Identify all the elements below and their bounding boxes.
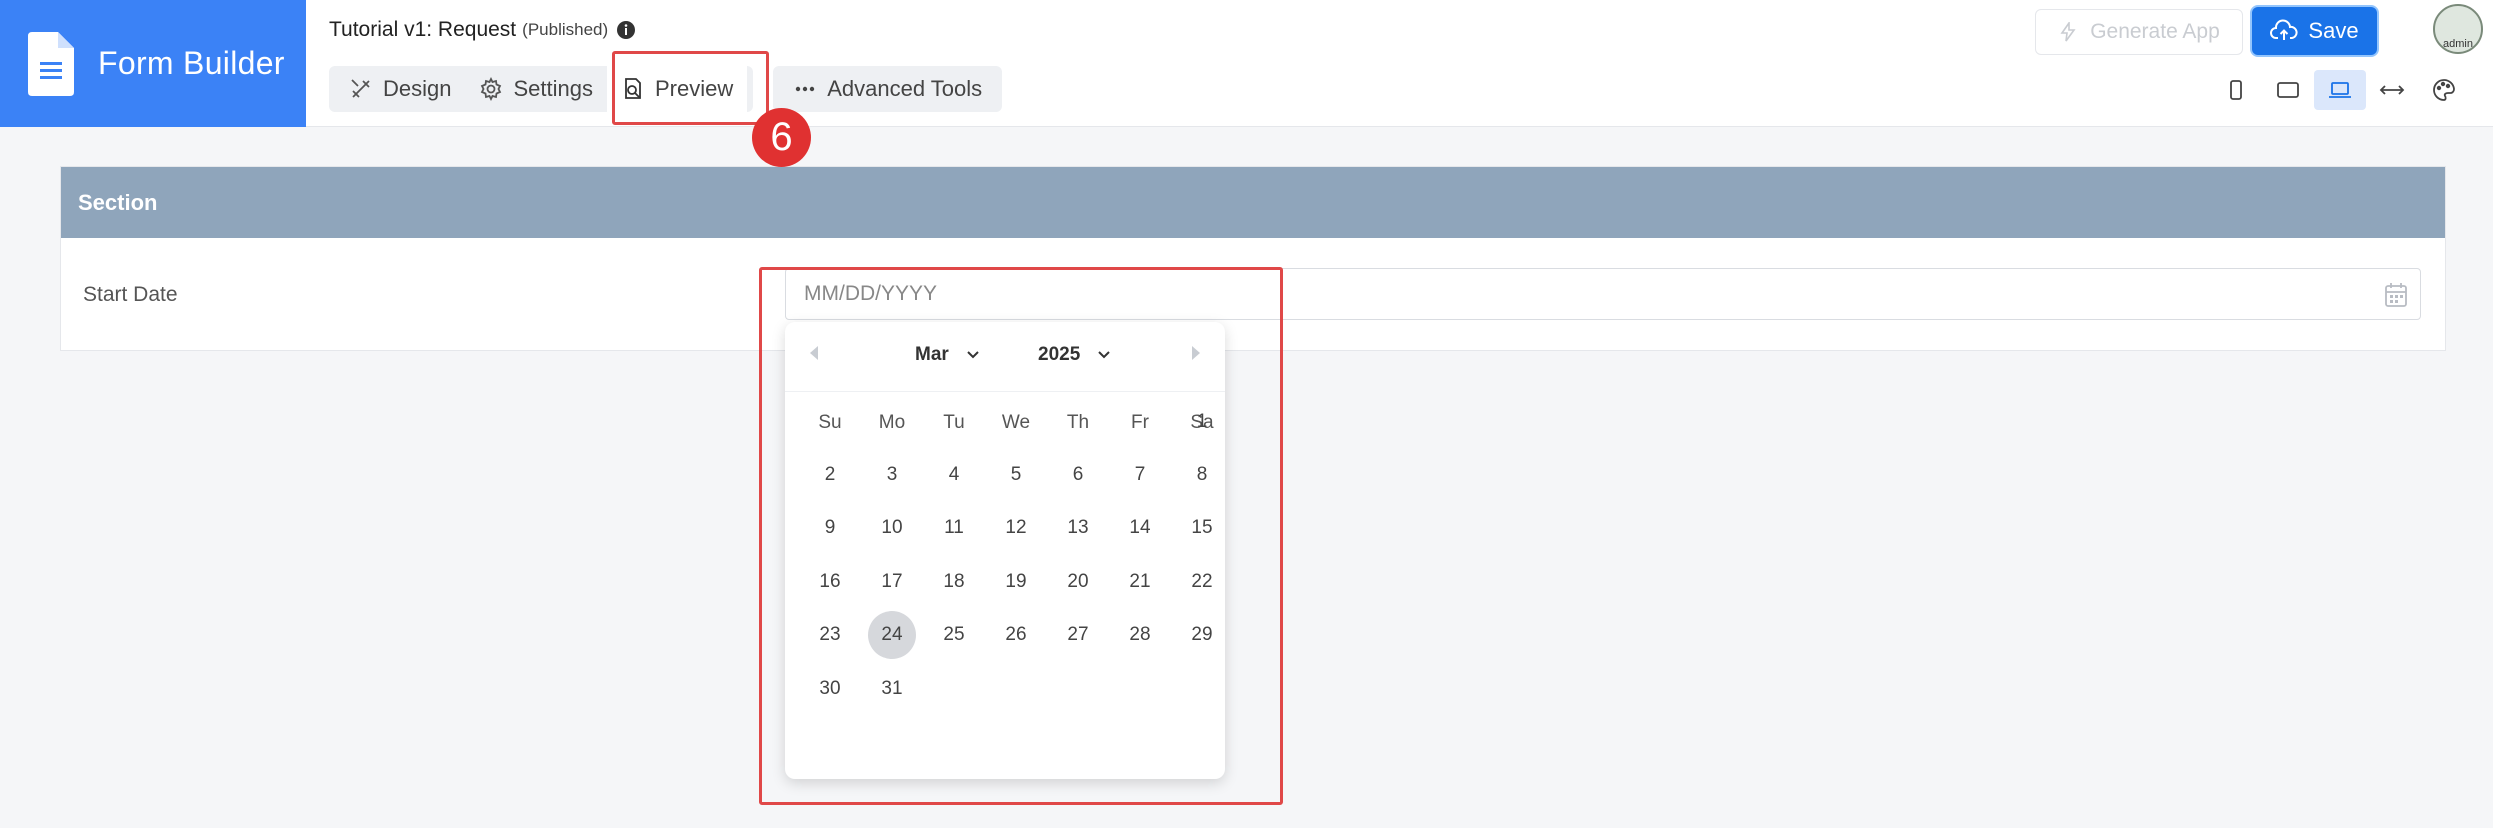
advanced-tools-tab[interactable]: Advanced Tools (779, 66, 996, 112)
info-icon[interactable] (616, 20, 636, 40)
laptop-view-button[interactable] (2314, 70, 2366, 110)
cloud-upload-icon (2270, 19, 2298, 40)
lightning-icon (2060, 22, 2076, 42)
palette-icon (2433, 79, 2455, 101)
theme-button[interactable] (2418, 70, 2470, 110)
advanced-tools-label: Advanced Tools (827, 76, 983, 101)
calendar-icon[interactable] (2384, 282, 2408, 308)
more-dots-icon (796, 86, 815, 92)
tab-settings-label: Settings (513, 76, 593, 101)
status-badge: (Published) (522, 20, 609, 39)
step-badge: 6 (752, 108, 811, 167)
tab-design[interactable]: Design (335, 66, 465, 112)
tab-design-label: Design (383, 76, 452, 101)
app-header: Form Builder Tutorial v1: Request (Publi… (0, 0, 2493, 127)
device-preview-bar (2210, 70, 2470, 110)
save-button[interactable]: Save (2252, 7, 2377, 55)
section-title: Section (61, 167, 2445, 238)
document-icon (28, 31, 74, 96)
document-title: Tutorial v1: Request (Published) (329, 18, 636, 42)
generate-app-button[interactable]: Generate App (2035, 9, 2243, 55)
gear-icon (481, 77, 502, 101)
tablet-icon (2277, 82, 2299, 98)
calendar-highlight (759, 267, 1283, 805)
avatar-text: admin (2443, 38, 2473, 50)
full-width-view-button[interactable] (2366, 70, 2418, 110)
document-name: Tutorial v1: Request (329, 18, 517, 41)
mobile-view-button[interactable] (2210, 70, 2262, 110)
avatar[interactable]: admin (2433, 4, 2483, 54)
brand[interactable]: Form Builder (0, 0, 306, 127)
generate-app-label: Generate App (2090, 20, 2220, 43)
full-width-icon (2379, 85, 2405, 95)
save-label: Save (2308, 18, 2359, 43)
start-date-label: Start Date (83, 283, 178, 306)
advanced-tools-button[interactable]: Advanced Tools (773, 66, 1003, 112)
tab-settings[interactable]: Settings (465, 66, 607, 112)
design-tools-icon (351, 79, 370, 98)
tablet-view-button[interactable] (2262, 70, 2314, 110)
preview-tab-highlight (612, 51, 769, 125)
app-title: Form Builder (98, 45, 285, 81)
mobile-icon (2230, 80, 2242, 100)
laptop-icon (2329, 82, 2351, 98)
